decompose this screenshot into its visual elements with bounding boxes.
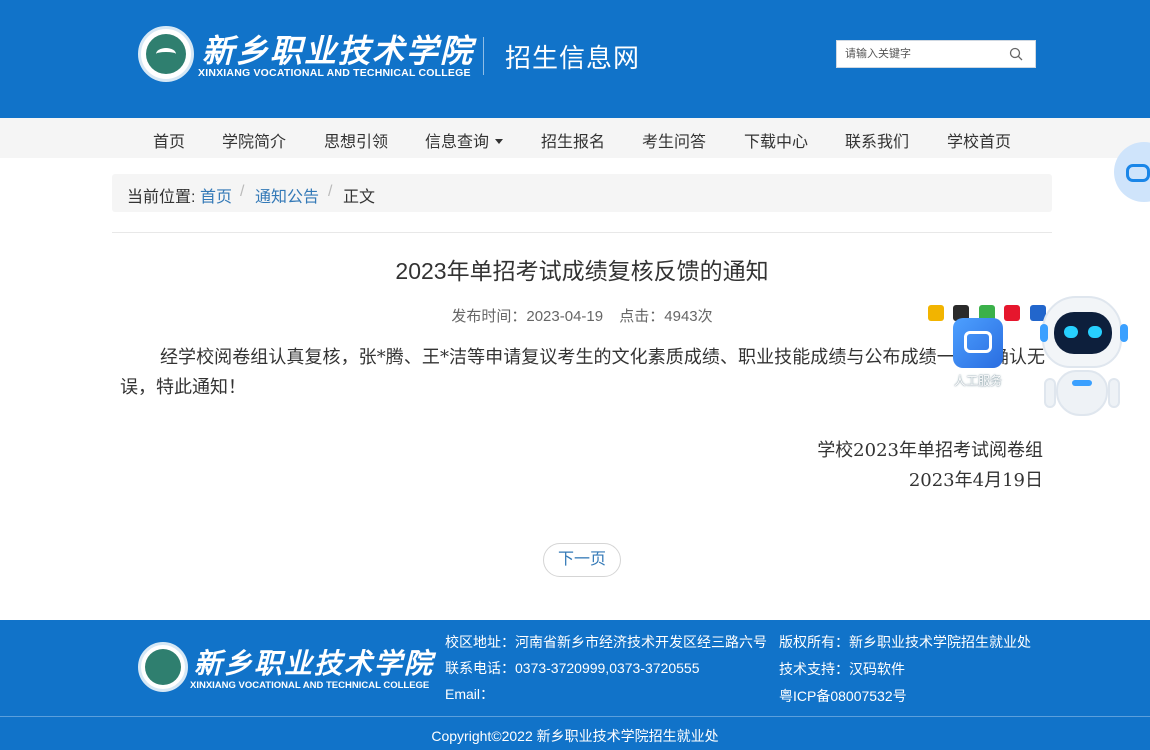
weibo-icon[interactable] [1004, 305, 1020, 321]
next-page-button[interactable]: 下一页 [543, 543, 621, 577]
search-box [836, 40, 1036, 68]
nav-item-home[interactable]: 首页 [153, 128, 185, 152]
nav-item-info-query[interactable]: 信息查询 [425, 128, 504, 152]
copyright-text: Copyright©2022 新乡职业技术学院招生就业处 [431, 728, 719, 744]
site-footer: 新乡职业技术学院 XINXIANG VOCATIONAL AND TECHNIC… [0, 620, 1150, 716]
header-divider [483, 37, 484, 75]
qzone-icon[interactable] [928, 305, 944, 321]
main-nav: 首页 学院简介 思想引领 信息查询 招生报名 考生问答 下载中心 联系我们 学校… [0, 118, 1150, 158]
footer-logo-chinese-name: 新乡职业技术学院 [194, 647, 435, 680]
logo-chinese-name: 新乡职业技术学院 [202, 32, 475, 70]
publish-time: 发布时间：2023-04-19 [451, 308, 604, 325]
nav-item-info-query-label: 信息查询 [425, 134, 490, 151]
nav-item-enroll[interactable]: 招生报名 [541, 128, 605, 152]
college-logo[interactable]: 新乡职业技术学院 XINXIANG VOCATIONAL AND TECHNIC… [138, 26, 472, 82]
college-seal-icon [138, 26, 194, 82]
breadcrumb-separator: / [240, 183, 245, 200]
footer-logo-english-name: XINXIANG VOCATIONAL AND TECHNICAL COLLEG… [190, 680, 430, 691]
article-meta: 发布时间：2023-04-19 点击：4943次 [112, 305, 1052, 326]
caret-down-icon [495, 139, 504, 145]
site-name: 招生信息网 [505, 43, 641, 73]
copyright-bar: Copyright©2022 新乡职业技术学院招生就业处 [0, 716, 1150, 750]
nav-item-contact[interactable]: 联系我们 [845, 128, 909, 152]
article-body: 经学校阅卷组认真复核，张*腾、王*洁等申请复议考生的文化素质成绩、职业技能成绩与… [120, 347, 1045, 398]
breadcrumb-label: 当前位置: [127, 189, 196, 206]
search-input[interactable] [845, 46, 1005, 62]
breadcrumb-home-link[interactable]: 首页 [200, 183, 232, 207]
nav-item-school-home[interactable]: 学校首页 [947, 128, 1011, 152]
divider [112, 232, 1052, 233]
footer-copyright-owner: 版权所有：新乡职业技术学院招生就业处 [779, 634, 1031, 650]
robot-assistant-icon[interactable] [1038, 292, 1128, 422]
nav-item-downloads[interactable]: 下载中心 [744, 128, 808, 152]
click-count: 点击：4943次 [619, 308, 713, 325]
breadcrumb-current: 正文 [343, 189, 376, 206]
college-seal-icon [138, 642, 188, 692]
logo-english-name: XINXIANG VOCATIONAL AND TECHNICAL COLLEG… [198, 67, 471, 79]
search-icon[interactable] [1009, 47, 1023, 61]
footer-address: 校区地址：河南省新乡市经济技术开发区经三路六号 [445, 634, 767, 650]
human-service-icon[interactable] [953, 318, 1003, 368]
site-header: 新乡职业技术学院 XINXIANG VOCATIONAL AND TECHNIC… [0, 0, 1150, 118]
article-sign-date: 2023年4月19日 [908, 470, 1043, 491]
breadcrumb-separator: / [328, 183, 333, 200]
footer-logo: 新乡职业技术学院 XINXIANG VOCATIONAL AND TECHNIC… [138, 642, 433, 694]
breadcrumb-section-link[interactable]: 通知公告 [255, 183, 319, 207]
human-service-label[interactable]: 人工服务 [946, 372, 1010, 389]
footer-icp-link[interactable]: 粤ICP备08007532号 [779, 686, 907, 706]
nav-item-faq[interactable]: 考生问答 [642, 128, 706, 152]
nav-item-ideology[interactable]: 思想引领 [324, 128, 388, 152]
nav-item-about[interactable]: 学院简介 [222, 128, 286, 152]
footer-email: Email： [445, 686, 495, 702]
breadcrumb: 当前位置: 首页 / 通知公告 / 正文 [112, 174, 1052, 212]
article-title: 2023年单招考试成绩复核反馈的通知 [395, 258, 769, 284]
article-sign-org: 学校2023年单招考试阅卷组 [817, 440, 1043, 461]
footer-tech-support: 技术支持：汉码软件 [779, 661, 905, 677]
footer-phone: 联系电话：0373-3720999,0373-3720555 [445, 660, 700, 676]
